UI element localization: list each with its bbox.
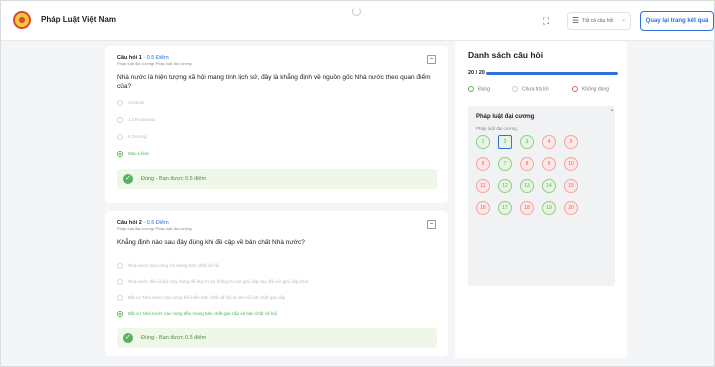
radio-button[interactable] — [117, 117, 123, 123]
status-dot-icon — [468, 86, 474, 92]
check-circle-icon: ✓ — [123, 333, 133, 343]
question-number-button[interactable]: 17 — [498, 201, 512, 215]
flag-icon[interactable] — [427, 55, 436, 64]
question-list-panel: Danh sách câu hỏi 20 / 20 Đúng Chưa trả … — [455, 41, 627, 358]
app-title: Pháp Luật Việt Nam — [41, 15, 116, 24]
section-subtitle: Pháp luật đại cương — [476, 126, 517, 131]
answer-option[interactable]: J.J.Rousseau — [117, 117, 155, 127]
panel-title: Danh sách câu hỏi — [468, 50, 544, 60]
question-number-button[interactable]: 15 — [564, 179, 578, 193]
scroll-up-icon[interactable]: ▲ — [610, 107, 614, 112]
question-number-button[interactable]: 2 — [498, 135, 512, 149]
answer-option[interactable]: Bất cứ Nhà nước nào cũng thể hiện bản ch… — [117, 295, 285, 305]
question-number-button[interactable]: 12 — [498, 179, 512, 193]
result-banner: ✓ Đúng - Bạn được 0.5 điểm — [117, 328, 437, 348]
question-number-button[interactable]: 9 — [542, 157, 556, 171]
section-title: Pháp luật đại cương — [476, 114, 535, 120]
question-number-button[interactable]: 20 — [564, 201, 578, 215]
top-bar: Pháp Luật Việt Nam ⛶ ☰ Tất cả câu hỏi ⌄ … — [1, 1, 714, 41]
radio-button[interactable] — [117, 100, 123, 106]
radio-button[interactable] — [117, 134, 123, 140]
back-to-results-button[interactable]: Quay lại trang kết quả — [640, 11, 714, 31]
filter-label: Tất cả câu hỏi — [582, 18, 614, 24]
question-number-button[interactable]: 18 — [520, 201, 534, 215]
app-window: Pháp Luật Việt Nam ⛶ ☰ Tất cả câu hỏi ⌄ … — [0, 0, 715, 367]
question-number-button[interactable]: 1 — [476, 135, 490, 149]
chevron-down-icon: ⌄ — [620, 17, 626, 23]
question-number-button[interactable]: 19 — [542, 201, 556, 215]
legend-unanswered: Chưa trả lời — [512, 86, 549, 92]
answer-option-label: J.J.Rousseau — [128, 117, 156, 123]
result-text: Đúng - Bạn được 0.5 điểm — [141, 335, 207, 341]
question-number-button[interactable]: 7 — [498, 157, 512, 171]
radio-button[interactable] — [117, 311, 123, 317]
loading-spinner-icon — [352, 7, 361, 16]
legend-correct: Đúng — [468, 86, 490, 92]
question-number-area[interactable]: ▲ Pháp luật đại cương Pháp luật đại cươn… — [468, 106, 615, 286]
question-number-button[interactable]: 4 — [542, 135, 556, 149]
question-number-button[interactable]: 14 — [542, 179, 556, 193]
flag-icon[interactable] — [427, 220, 436, 229]
question-card-1: Câu hỏi 1 - 0.5 Điểm Pháp luật đại cương… — [105, 46, 448, 203]
answer-option[interactable]: Nhà nước đều là bộ máy dùng để duy trì s… — [117, 279, 309, 289]
question-text: Nhà nước là hiện tượng xã hội mang tính … — [117, 74, 431, 90]
status-dot-icon — [512, 86, 518, 92]
answer-option-label: K.Dương — [128, 134, 147, 140]
status-dot-icon — [572, 86, 578, 92]
progress-bar — [486, 72, 618, 75]
radio-button[interactable] — [117, 295, 123, 301]
national-emblem-icon — [13, 11, 31, 29]
question-number-button[interactable]: 10 — [564, 157, 578, 171]
result-text: Đúng - Bạn được 0.5 điểm — [141, 176, 207, 182]
answer-option-label: Aristotle — [128, 100, 145, 106]
answer-option-label: Mác-Lênin — [128, 151, 150, 157]
question-breadcrumb: Pháp luật đại cương/ Pháp luật đại cương — [117, 226, 192, 231]
answer-option-label: Bất cứ Nhà nước nào cũng thể hiện bản ch… — [128, 295, 286, 301]
question-number-button[interactable]: 3 — [520, 135, 534, 149]
answer-option-selected[interactable]: Bất cứ Nhà nước nào cũng đều mang bản ch… — [117, 311, 277, 321]
question-card-2: Câu hỏi 2 - 0.5 Điểm Pháp luật đại cương… — [105, 211, 448, 356]
question-filter-select[interactable]: ☰ Tất cả câu hỏi ⌄ — [567, 12, 631, 30]
progress-count: 20 / 20 — [468, 70, 485, 76]
legend-label: Đúng — [478, 86, 490, 93]
question-number-button[interactable]: 8 — [520, 157, 534, 171]
legend-label: Chưa trả lời — [522, 86, 549, 93]
result-banner: ✓ Đúng - Bạn được 0.5 điểm — [117, 169, 437, 189]
radio-button[interactable] — [117, 279, 123, 285]
question-number-button[interactable]: 13 — [520, 179, 534, 193]
radio-button[interactable] — [117, 263, 123, 269]
answer-option[interactable]: Nhà nước nào cũng chỉ mang bản chất xã h… — [117, 263, 219, 273]
question-number-button[interactable]: 6 — [476, 157, 490, 171]
answer-option-label: Bất cứ Nhà nước nào cũng đều mang bản ch… — [128, 311, 277, 317]
list-icon: ☰ — [572, 16, 580, 25]
answer-option[interactable]: K.Dương — [117, 134, 146, 144]
check-circle-icon: ✓ — [123, 174, 133, 184]
question-number-button[interactable]: 11 — [476, 179, 490, 193]
answer-option[interactable]: Aristotle — [117, 100, 144, 110]
answer-option-label: Nhà nước đều là bộ máy dùng để duy trì s… — [128, 279, 310, 285]
progress-fill — [486, 72, 618, 75]
question-breadcrumb: Pháp luật đại cương/ Pháp luật đại cương — [117, 61, 192, 66]
expand-icon[interactable]: ⛶ — [539, 14, 553, 28]
legend-label: Không đúng — [582, 86, 609, 93]
answer-option-label: Nhà nước nào cũng chỉ mang bản chất xã h… — [128, 263, 220, 269]
question-number-button[interactable]: 5 — [564, 135, 578, 149]
radio-button[interactable] — [117, 151, 123, 157]
legend-wrong: Không đúng — [572, 86, 609, 92]
answer-option-selected[interactable]: Mác-Lênin — [117, 151, 149, 161]
question-number-button[interactable]: 16 — [476, 201, 490, 215]
question-text: Khẳng định nào sau đây đúng khi đề cập v… — [117, 239, 305, 246]
